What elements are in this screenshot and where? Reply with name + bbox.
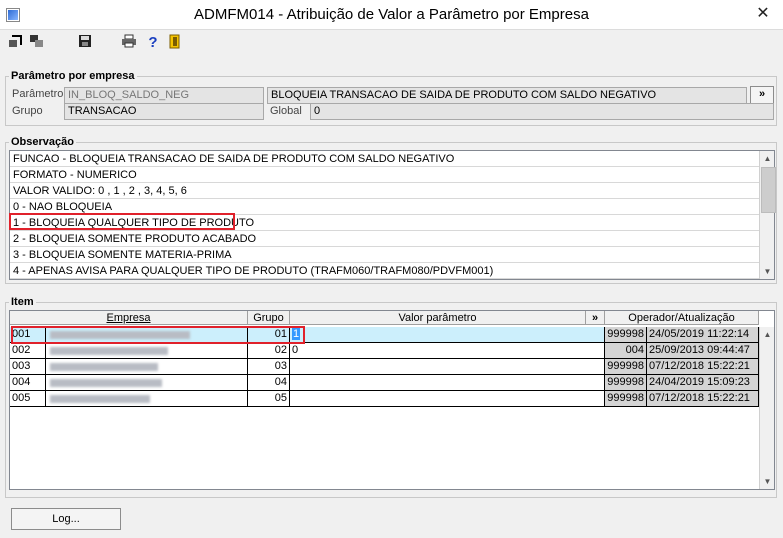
scroll-thumb[interactable]: [761, 167, 776, 213]
print-icon[interactable]: [120, 34, 138, 52]
parametro-label: Parâmetro: [12, 88, 64, 100]
redacted-text: [50, 363, 158, 371]
scroll-down-icon[interactable]: ▼: [760, 264, 775, 279]
scroll-down-icon[interactable]: ▼: [760, 474, 775, 489]
cell-grupo: 05: [248, 391, 290, 407]
cell-grupo: 04: [248, 375, 290, 391]
cell-empresa: [46, 359, 248, 375]
scroll-up-icon[interactable]: ▲: [760, 151, 775, 166]
cell-empresa: [46, 375, 248, 391]
exit-icon[interactable]: [166, 34, 184, 52]
cell-grupo: 02: [248, 343, 290, 359]
col-valor-header[interactable]: Valor parâmetro: [290, 311, 586, 325]
more-button[interactable]: »: [750, 86, 774, 104]
cell-valor[interactable]: 1: [290, 327, 605, 343]
col-operador-header[interactable]: Operador/Atualização: [605, 311, 759, 325]
col-empresa-header[interactable]: Empresa: [10, 311, 248, 325]
redacted-text: [50, 395, 150, 403]
obs-scrollbar[interactable]: ▲ ▼: [759, 151, 776, 279]
scroll-up-icon[interactable]: ▲: [760, 327, 775, 342]
redacted-text: [50, 347, 168, 355]
copy-icon[interactable]: [28, 34, 46, 52]
cell-valor[interactable]: 0: [290, 343, 605, 359]
obs-group-legend: Observação: [9, 136, 76, 149]
table-row[interactable]: 003 03 999998 07/12/2018 15:22:21: [10, 359, 759, 375]
obs-line: 4 - APENAS AVISA PARA QUALQUER TIPO DE P…: [10, 263, 760, 279]
save-icon[interactable]: [76, 34, 94, 52]
descricao-field[interactable]: BLOQUEIA TRANSACAO DE SAIDA DE PRODUTO C…: [267, 87, 747, 104]
grupo-field[interactable]: TRANSACAO: [64, 103, 264, 120]
highlight-box-obs: [9, 213, 235, 230]
obs-line: FUNCAO - BLOQUEIA TRANSACAO DE SAIDA DE …: [10, 151, 760, 167]
redacted-text: [50, 379, 162, 387]
cell-operador: 004: [605, 343, 647, 359]
cell-operador: 999998: [605, 327, 647, 343]
cell-operador: 999998: [605, 359, 647, 375]
global-field[interactable]: 0: [310, 103, 774, 120]
cell-grupo: 03: [248, 359, 290, 375]
cell-empresa: [46, 343, 248, 359]
global-label: Global: [270, 105, 302, 117]
col-grupo-header[interactable]: Grupo: [248, 311, 290, 325]
obs-line: 2 - BLOQUEIA SOMENTE PRODUTO ACABADO: [10, 231, 760, 247]
highlight-box-row: [11, 326, 305, 344]
param-group-legend: Parâmetro por empresa: [9, 70, 137, 83]
obs-line: 3 - BLOQUEIA SOMENTE MATERIA-PRIMA: [10, 247, 760, 263]
cell-codigo: 003: [10, 359, 46, 375]
cell-valor[interactable]: [290, 375, 605, 391]
window-title: ADMFM014 - Atribuição de Valor a Parâmet…: [194, 6, 589, 23]
parametro-field[interactable]: IN_BLOQ_SALDO_NEG: [64, 87, 264, 104]
cell-data: 07/12/2018 15:22:21: [647, 359, 759, 375]
cell-data: 25/09/2013 09:44:47: [647, 343, 759, 359]
obs-line: VALOR VALIDO: 0 , 1 , 2 , 3, 4, 5, 6: [10, 183, 760, 199]
col-more-button[interactable]: »: [586, 311, 605, 325]
log-button[interactable]: Log...: [11, 508, 121, 530]
grupo-label: Grupo: [12, 105, 43, 117]
obs-line: FORMATO - NUMERICO: [10, 167, 760, 183]
cell-empresa: [46, 391, 248, 407]
cell-valor[interactable]: [290, 359, 605, 375]
help-icon[interactable]: ?: [144, 34, 162, 52]
table-row[interactable]: 004 04 999998 24/04/2019 15:09:23: [10, 375, 759, 391]
table-row[interactable]: 005 05 999998 07/12/2018 15:22:21: [10, 391, 759, 407]
item-group-legend: Item: [9, 296, 36, 309]
cell-data: 07/12/2018 15:22:21: [647, 391, 759, 407]
cell-codigo: 002: [10, 343, 46, 359]
cell-codigo: 004: [10, 375, 46, 391]
cell-codigo: 005: [10, 391, 46, 407]
cell-data: 24/04/2019 15:09:23: [647, 375, 759, 391]
item-scrollbar[interactable]: ▲ ▼: [759, 327, 774, 489]
table-row[interactable]: 002 02 0 004 25/09/2013 09:44:47: [10, 343, 759, 359]
cell-operador: 999998: [605, 391, 647, 407]
cell-valor[interactable]: [290, 391, 605, 407]
export-icon[interactable]: [6, 34, 24, 52]
cell-data: 24/05/2019 11:22:14: [647, 327, 759, 343]
close-icon[interactable]: ✕: [753, 5, 773, 25]
cell-operador: 999998: [605, 375, 647, 391]
